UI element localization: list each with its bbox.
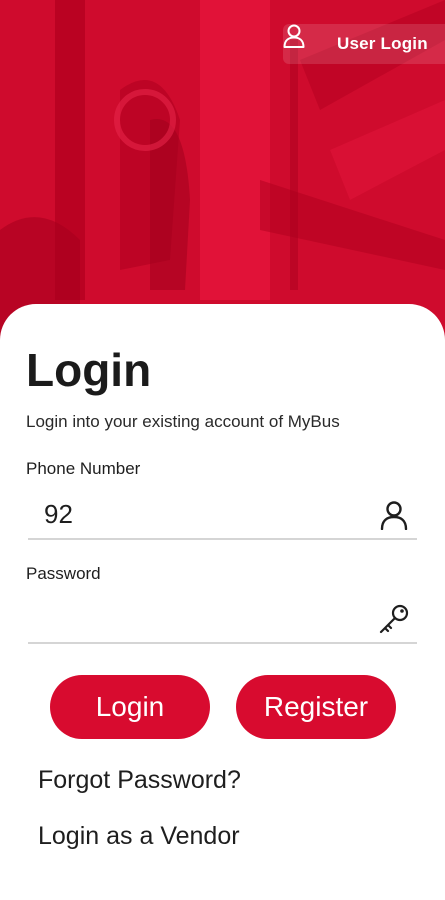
login-screen: User Login Login Login into your existin… xyxy=(0,0,445,900)
password-input[interactable] xyxy=(28,596,374,640)
password-label: Password xyxy=(26,564,101,583)
register-button[interactable]: Register xyxy=(236,675,396,739)
user-icon xyxy=(377,498,411,532)
user-icon xyxy=(283,24,317,56)
user-login-button[interactable]: User Login xyxy=(283,24,445,64)
login-button[interactable]: Login xyxy=(50,675,210,739)
password-field xyxy=(28,596,417,644)
phone-number-input[interactable] xyxy=(28,492,374,536)
phone-number-label: Phone Number xyxy=(26,459,141,478)
hero-background: User Login xyxy=(0,0,445,340)
key-icon xyxy=(377,602,411,636)
page-title: Login xyxy=(26,344,152,396)
login-card: Login Login into your existing account o… xyxy=(0,304,445,900)
page-subtitle: Login into your existing account of MyBu… xyxy=(26,412,340,431)
phone-number-field xyxy=(28,492,417,540)
user-login-label: User Login xyxy=(337,34,428,53)
forgot-password-link[interactable]: Forgot Password? xyxy=(38,766,241,795)
vendor-login-link[interactable]: Login as a Vendor xyxy=(38,822,240,851)
